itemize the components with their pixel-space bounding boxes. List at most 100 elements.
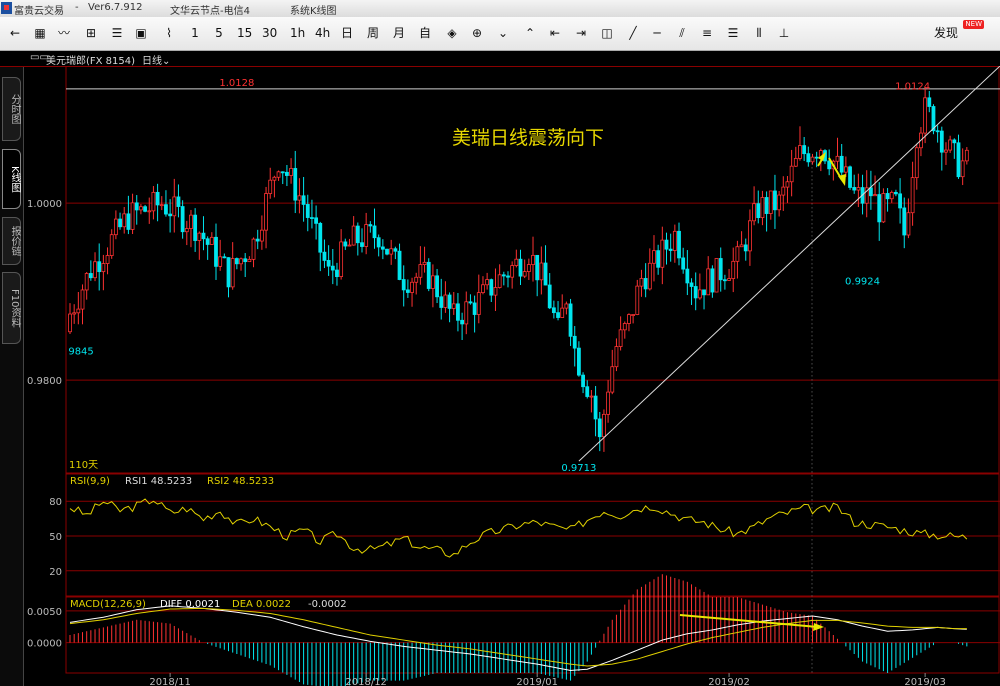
candle-body	[268, 179, 273, 194]
candle-body	[572, 335, 577, 349]
candle-body	[280, 171, 285, 174]
candle-body	[189, 214, 193, 229]
macd-divergence-arrow	[679, 614, 819, 628]
back-icon[interactable]: ←	[8, 23, 22, 43]
candle-body	[581, 374, 585, 388]
eye-icon[interactable]: ◈	[445, 23, 459, 43]
period-1h-button[interactable]: 1h	[290, 23, 305, 43]
period-tick-button[interactable]: ⌇	[162, 23, 176, 43]
chevron-up-icon[interactable]: ⌃	[523, 23, 537, 43]
candle-body	[668, 248, 673, 251]
candle-body	[839, 155, 844, 173]
candle-body	[385, 248, 389, 255]
period-day-button[interactable]: 日	[340, 23, 354, 43]
candle-body	[439, 296, 444, 308]
candle-body	[80, 289, 85, 310]
candle-body	[247, 258, 252, 263]
candle-body	[689, 282, 694, 287]
candle-body	[677, 230, 681, 259]
kline-chart[interactable]: 1.0000 0.9800 1.0128 1.0124 9845 0.9713 0.9924…	[0, 66, 1000, 686]
candle-icon[interactable]: ⊞	[84, 23, 98, 43]
x-tick-label: 2019/02	[708, 677, 750, 686]
price-annotation: 0.9713	[561, 463, 596, 474]
period-custom-button[interactable]: 自	[418, 23, 432, 43]
candle-body	[451, 303, 456, 309]
arrow-head-down	[838, 174, 846, 186]
base-icon[interactable]: ⊥	[777, 23, 791, 43]
toolbar: ← ▦ 〰 ⊞ ☰ ▣ ⌇ 1 5 15 30 1h 4h 日周月自 ◈ ⊕ ⌄ ⌃ ⇤ ⇥ ◫ ╱ ─ ⫽ ≡ ☰ ⦀ ⊥ 发现 NEW	[0, 17, 1000, 51]
parallel-icon[interactable]: ⫽	[675, 23, 689, 43]
candle-body	[410, 281, 414, 293]
candle-body	[614, 346, 619, 368]
candle-body	[656, 250, 661, 268]
candle-body	[543, 262, 548, 286]
candle-body	[214, 236, 218, 267]
candle-body	[118, 218, 122, 228]
list-icon[interactable]: ☰	[110, 23, 124, 43]
grid-icon[interactable]: ▦	[33, 23, 47, 43]
candle-body	[777, 194, 782, 211]
draw-line-icon[interactable]: ╱	[626, 23, 640, 43]
candle-body	[722, 279, 727, 282]
candle-body	[97, 261, 102, 273]
candle-body	[835, 155, 840, 162]
period-week-button[interactable]: 周	[366, 23, 380, 43]
candle-body	[276, 171, 281, 178]
new-badge: NEW	[963, 20, 984, 29]
hline-icon[interactable]: ─	[650, 23, 664, 43]
discover-button[interactable]: 发现	[934, 23, 958, 43]
candle-body	[489, 279, 494, 296]
candle-body	[768, 190, 773, 214]
candle-body	[622, 323, 627, 331]
period-1m-button[interactable]: 1	[188, 23, 202, 43]
vlines-icon[interactable]: ⦀	[752, 23, 766, 43]
symbol-name[interactable]: 美元瑞郎(FX 8154)	[46, 52, 135, 67]
candle-body	[68, 313, 72, 333]
layout-icon[interactable]: ◫	[600, 23, 614, 43]
period-selector[interactable]: 日线⌄	[142, 52, 170, 67]
candle-body	[172, 196, 177, 217]
chevron-down-icon[interactable]: ⌄	[496, 23, 510, 43]
candle-body	[848, 166, 852, 188]
candle-body	[176, 196, 181, 207]
candle-body	[506, 275, 510, 278]
candle-body	[485, 279, 490, 286]
candle-body	[756, 203, 761, 219]
candle-body	[168, 213, 173, 217]
candle-body	[476, 292, 481, 315]
candle-body	[526, 264, 531, 272]
zoom-in-icon[interactable]: ⊕	[470, 23, 484, 43]
save-icon[interactable]: ▣	[134, 23, 148, 43]
candle-body	[789, 165, 794, 183]
page-title: 系统K线图	[290, 6, 337, 17]
candle-body	[802, 145, 807, 155]
candle-body	[935, 130, 940, 133]
candle-body	[418, 264, 423, 278]
candle-body	[401, 279, 406, 291]
candle-body	[902, 207, 907, 236]
candle-body	[468, 301, 473, 304]
arrow-right-icon[interactable]: ⇥	[574, 23, 588, 43]
fib-icon[interactable]: ☰	[726, 23, 740, 43]
candle-body	[426, 261, 431, 289]
lines-icon[interactable]: ≡	[700, 23, 714, 43]
period-month-button[interactable]: 月	[392, 23, 406, 43]
candle-body	[326, 260, 331, 267]
candle-body	[856, 187, 861, 191]
period-15m-button[interactable]: 15	[237, 23, 252, 43]
period-5m-button[interactable]: 5	[212, 23, 226, 43]
candle-body	[93, 261, 97, 279]
candle-body	[464, 301, 469, 325]
candle-body	[351, 225, 356, 246]
candle-body	[72, 312, 77, 315]
candle-body	[180, 206, 185, 233]
candle-body	[347, 244, 352, 247]
candle-body	[739, 244, 744, 248]
period-4h-button[interactable]: 4h	[315, 23, 330, 43]
period-30m-button[interactable]: 30	[262, 23, 277, 43]
candle-body	[76, 308, 81, 314]
line-icon[interactable]: 〰	[57, 23, 71, 43]
candle-body	[539, 262, 544, 281]
candle-body	[827, 160, 832, 170]
arrow-left-icon[interactable]: ⇤	[548, 23, 562, 43]
